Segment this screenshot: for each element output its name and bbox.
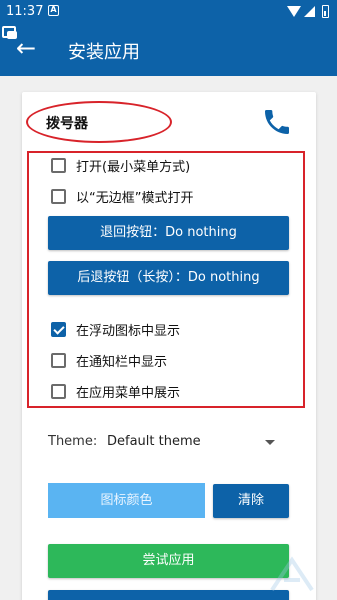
icon-color-button[interactable]: 图标颜色 [48,483,205,518]
clear-button[interactable]: 清除 [213,484,289,518]
checkbox[interactable] [51,383,66,399]
dropdown-arrow-icon[interactable] [265,440,275,445]
cell-signal-icon [304,6,315,17]
option-label: 在通知栏中显示 [76,354,168,370]
app-name: 拨号器 [46,116,88,132]
status-bar: 11:37 A [0,0,337,24]
checkbox[interactable] [51,188,66,204]
install-button[interactable] [48,590,289,600]
option-label: 在应用菜单中展示 [76,385,181,401]
option-minimal-menu[interactable]: 打开(最小菜单方式) [51,155,190,175]
option-label: 以“无边框”模式打开 [76,190,194,206]
theme-label: Theme: [48,434,98,449]
option-app-menu[interactable]: 在应用菜单中展示 [51,381,180,401]
checkbox-checked[interactable] [51,321,66,337]
status-time: 11:37 [6,4,44,19]
back-arrow-icon[interactable]: ← [12,34,40,62]
option-floating-icon[interactable]: 在浮动图标中显示 [51,319,180,339]
battery-icon [322,5,329,18]
wifi-icon [287,6,301,17]
back-action-button[interactable]: 退回按钮：Do nothing [48,216,289,250]
option-label: 打开(最小菜单方式) [76,159,191,175]
phone-icon [265,110,289,134]
option-notification[interactable]: 在通知栏中显示 [51,350,167,370]
notification-icon: A [48,5,59,16]
checkbox[interactable] [51,352,66,368]
long-back-action-button[interactable]: 后退按钮（长按）：Do nothing [48,261,289,295]
watermark-icon [270,556,314,592]
theme-select[interactable]: Default theme [107,434,201,449]
app-bar: ← 安装应用 [0,24,337,76]
option-label: 在浮动图标中显示 [76,323,181,339]
page-title: 安装应用 [68,42,140,63]
try-app-button[interactable]: 尝试应用 [48,544,289,578]
checkbox[interactable] [51,157,66,173]
option-borderless[interactable]: 以“无边框”模式打开 [51,186,193,206]
